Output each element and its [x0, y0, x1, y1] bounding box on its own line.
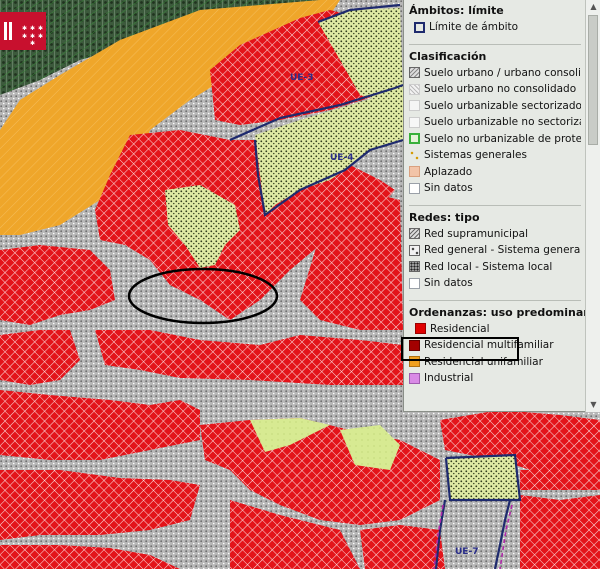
- legend-scrollbar[interactable]: ▲ ▼: [585, 0, 600, 412]
- swatch-fill-white: [409, 277, 420, 289]
- swatch-dots-yellow: [409, 149, 420, 161]
- legend-item-red-supramunicipal: Red supramunicipal: [409, 226, 581, 243]
- legend-item-suelo-urbano: Suelo urbano / urbano consolidado: [409, 65, 581, 82]
- swatch-dots-light: [409, 100, 420, 112]
- swatch-fill-red: [415, 323, 426, 335]
- legend-label: Sin datos: [424, 182, 473, 195]
- swatch-fill-violet: [409, 372, 420, 384]
- legend-label: Suelo no urbanizable de protección: [424, 132, 581, 145]
- highlight-box-residencial: [401, 337, 519, 361]
- legend-divider: [409, 299, 581, 301]
- legend-label: Suelo urbanizable no sectorizado: [424, 116, 581, 129]
- legend-item-urbanizable-sectorizado: Suelo urbanizable sectorizado: [409, 98, 581, 115]
- legend-item-sin-datos: Sin datos: [409, 180, 581, 197]
- swatch-hatch-grey: [409, 228, 420, 240]
- scroll-thumb[interactable]: [588, 15, 598, 145]
- legend-label: Red local - Sistema local: [424, 260, 553, 273]
- legend-ordenanzas-title: Ordenanzas: uso predominante: [409, 305, 585, 319]
- legend-item-aplazado: Aplazado: [409, 164, 581, 181]
- swatch-plain-light: [409, 116, 420, 128]
- legend-item-limite-ambito: Límite de ámbito: [409, 19, 581, 36]
- swatch-hatch-grey: [409, 67, 420, 79]
- label-ue-bottom: UE-7: [455, 547, 478, 557]
- legend-label: Suelo urbano no consolidado: [424, 83, 577, 96]
- legend-item-redes-sin-datos: Sin datos: [409, 275, 581, 292]
- swatch-dots-grey: [409, 244, 420, 256]
- legend-label: Red general - Sistema general: [424, 244, 581, 257]
- legend-label: Sistemas generales: [424, 149, 527, 162]
- legend-redes-title: Redes: tipo: [409, 210, 480, 224]
- legend-label: Red supramunicipal: [424, 227, 528, 240]
- swatch-dots-dark: [409, 261, 420, 273]
- legend-clasificacion-title: Clasificación: [409, 49, 487, 63]
- swatch-outline-navy: [414, 21, 425, 33]
- legend-item-sistemas-generales: Sistemas generales: [409, 147, 581, 164]
- legend-ambitos-title: Ámbitos: límite: [409, 4, 504, 17]
- label-ue-mid: UE-4: [330, 153, 353, 163]
- legend-label: Suelo urbanizable sectorizado: [424, 99, 581, 112]
- label-ue-top: UE-3: [290, 73, 313, 83]
- legend-label: Residencial: [430, 322, 490, 335]
- swatch-hatch-light: [409, 83, 420, 95]
- legend-label: Industrial: [424, 372, 474, 385]
- legend-item-no-urbanizable-proteccion: Suelo no urbanizable de protección: [409, 131, 581, 148]
- legend-item-residencial: Residencial: [409, 321, 581, 338]
- legend-divider: [409, 43, 581, 45]
- legend-item-industrial: Industrial: [409, 370, 581, 387]
- legend-label: Suelo urbano / urbano consolidado: [424, 66, 581, 79]
- legend-divider: [409, 204, 581, 206]
- comunidad-madrid-logo: ✱ ✱ ✱ ✱ ✱ ✱ ✱: [0, 12, 46, 50]
- swatch-fill-peach: [409, 166, 420, 178]
- swatch-fill-white: [409, 182, 420, 194]
- legend-item-red-general: Red general - Sistema general: [409, 242, 581, 259]
- legend-label: Sin datos: [424, 277, 473, 290]
- legend-label: Aplazado: [424, 165, 473, 178]
- scroll-down-icon[interactable]: ▼: [586, 398, 600, 412]
- swatch-outline-green: [409, 133, 420, 145]
- legend-item-red-local: Red local - Sistema local: [409, 259, 581, 276]
- scroll-up-icon[interactable]: ▲: [586, 0, 600, 14]
- legend-item-urbanizable-no-sectorizado: Suelo urbanizable no sectorizado: [409, 114, 581, 131]
- legend-item-urbano-no-consolidado: Suelo urbano no consolidado: [409, 81, 581, 98]
- legend-label: Límite de ámbito: [429, 21, 519, 34]
